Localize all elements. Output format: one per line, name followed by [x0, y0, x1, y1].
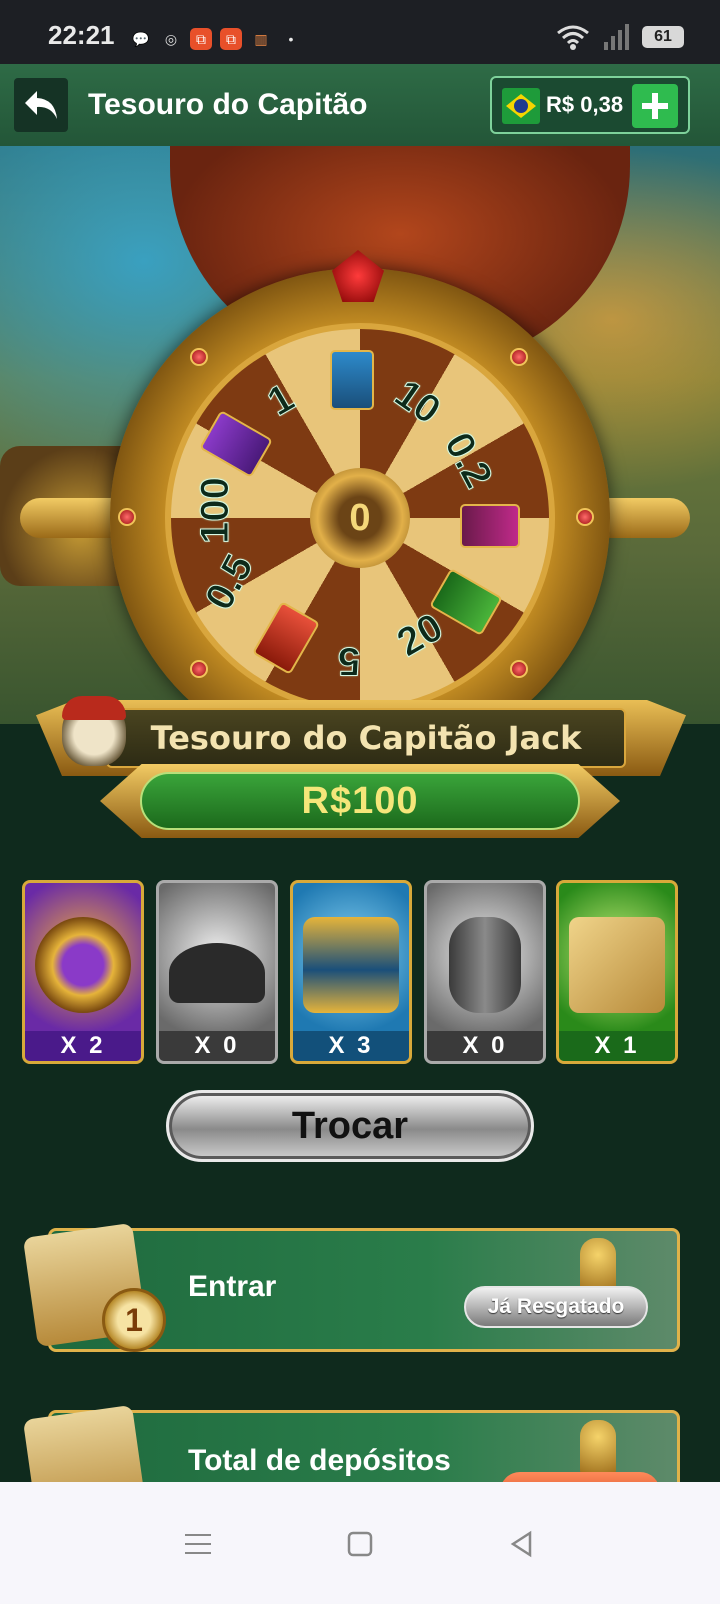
- wheel-center-value: 0: [349, 496, 371, 539]
- plus-icon: [642, 93, 668, 119]
- card-count: X 3: [293, 1031, 409, 1061]
- app-notification-icon: ⧉: [220, 28, 242, 50]
- claimed-label: Já Resgatado: [487, 1295, 625, 1318]
- chat-icon: 💬: [132, 30, 150, 47]
- menu-icon: [185, 1534, 211, 1554]
- card-count: X 0: [427, 1031, 543, 1061]
- deposit-button[interactable]: [632, 84, 678, 128]
- treasure-map-card[interactable]: X 1: [556, 880, 678, 1064]
- wheel-pin: [510, 660, 528, 678]
- barrel-bomb-card[interactable]: X 0: [424, 880, 546, 1064]
- status-time: 22:21: [48, 20, 115, 50]
- wheel-pin: [510, 348, 528, 366]
- wheel-segment-label: 100: [192, 477, 237, 545]
- treasure-chest-card[interactable]: X 3: [290, 880, 412, 1064]
- compass-icon: [35, 917, 131, 1013]
- bar-app-icon: ▥: [254, 30, 268, 47]
- task-item: 1 Entrar Já Resgatado: [20, 1218, 680, 1358]
- back-triangle-icon: [510, 1530, 532, 1558]
- chrome-icon: ◎: [164, 30, 178, 47]
- pirate-hat-card[interactable]: X 0: [156, 880, 278, 1064]
- balance-amount: R$ 0,38: [546, 92, 624, 117]
- banner-title: Tesouro do Capitão Jack: [150, 719, 582, 757]
- trophy-icon: [580, 1420, 616, 1476]
- page-title: Tesouro do Capitão: [88, 88, 368, 121]
- medal-icon: 1: [102, 1288, 166, 1352]
- wheel-segment-label: 5: [338, 639, 361, 684]
- treasure-chest-icon: [303, 917, 399, 1013]
- status-bar: 22:21 💬 ◎ ⧉ ⧉ ▥ • 61: [0, 0, 720, 64]
- wifi-icon: [557, 25, 589, 50]
- scroll-icon: 1: [20, 1218, 170, 1358]
- wallet-balance[interactable]: R$ 0,38: [490, 76, 690, 134]
- barrel-bomb-icon: [449, 917, 521, 1013]
- wheel-pin: [576, 508, 594, 526]
- wheel-pin: [118, 508, 136, 526]
- home-nav-button[interactable]: [338, 1522, 382, 1566]
- treasure-map-icon: [569, 917, 665, 1013]
- notification-icons: 💬 ◎ ⧉ ⧉ ▥ •: [130, 28, 302, 50]
- prize-amount: R$100: [301, 779, 419, 822]
- battery-indicator: 61: [642, 26, 684, 48]
- wheel-parrot-card: [460, 504, 520, 548]
- back-nav-button[interactable]: [500, 1522, 544, 1566]
- claimed-button[interactable]: Já Resgatado: [464, 1286, 648, 1328]
- exchange-button[interactable]: Trocar: [166, 1090, 534, 1162]
- medal-number: 1: [125, 1301, 143, 1338]
- system-nav-bar: [0, 1482, 720, 1604]
- exchange-label: Trocar: [291, 1104, 409, 1147]
- brazil-flag-icon: [502, 88, 540, 124]
- back-arrow-icon: [25, 91, 57, 119]
- pirate-skull-icon: [62, 696, 126, 766]
- card-count: X 2: [25, 1031, 141, 1061]
- prize-amount-bar: R$100: [100, 764, 620, 838]
- task-label: Entrar: [188, 1270, 277, 1303]
- task-label: Total de depósitos: [188, 1444, 451, 1477]
- compass-card[interactable]: X 2: [22, 880, 144, 1064]
- card-count: X 0: [159, 1031, 275, 1061]
- more-dot-icon: •: [288, 31, 294, 47]
- banner-title-plate: Tesouro do Capitão Jack: [106, 708, 626, 768]
- prize-plate: R$100: [140, 772, 580, 830]
- wheel-pin: [190, 660, 208, 678]
- collection-cards: X 2 X 0 X 3 X 0 X 1: [22, 880, 698, 1064]
- pirate-hat-icon: [169, 943, 265, 1003]
- wheel-hub[interactable]: 0: [310, 468, 410, 568]
- menu-nav-button[interactable]: [176, 1522, 220, 1566]
- back-button[interactable]: [14, 78, 68, 132]
- app-header: Tesouro do Capitão R$ 0,38: [0, 64, 720, 146]
- wheel-pin: [190, 348, 208, 366]
- wheel-chest-card: [330, 350, 374, 410]
- card-count: X 1: [559, 1031, 675, 1061]
- signal-icon: [604, 24, 629, 50]
- home-square-icon: [347, 1531, 373, 1557]
- app-notification-icon: ⧉: [190, 28, 212, 50]
